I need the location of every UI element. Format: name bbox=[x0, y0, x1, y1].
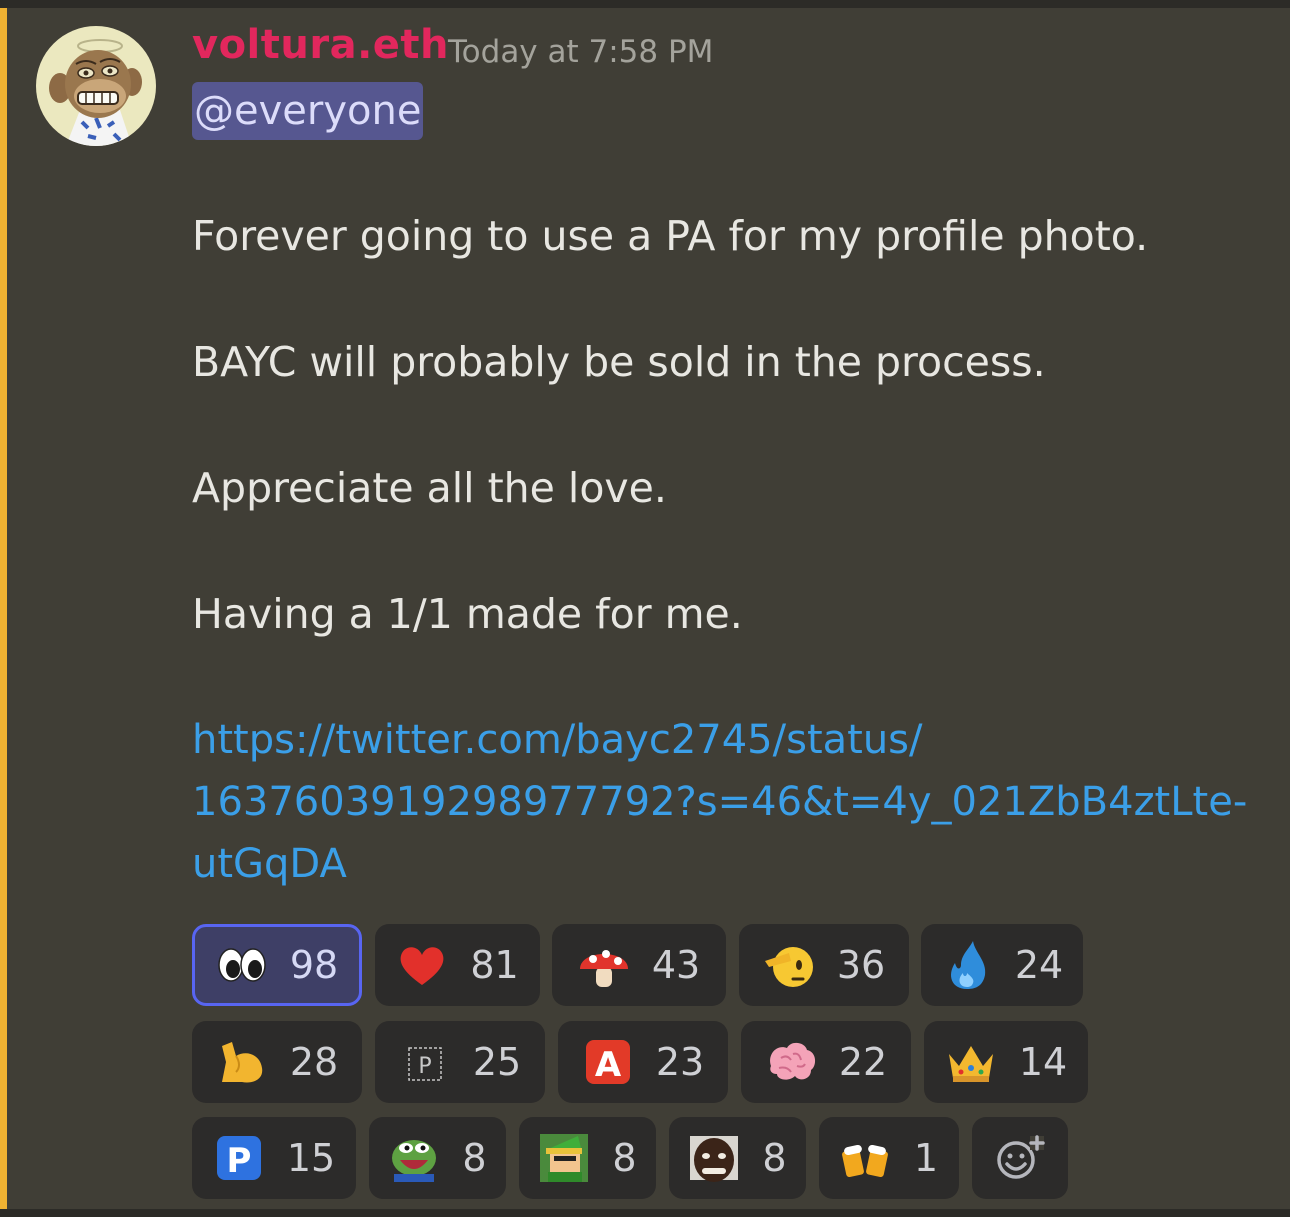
reaction-pepe[interactable]: 8 bbox=[369, 1117, 506, 1199]
add-reaction-icon bbox=[994, 1132, 1046, 1184]
message-line-2: BAYC will probably be sold in the proces… bbox=[192, 338, 1046, 386]
reaction-count: 8 bbox=[462, 1136, 487, 1180]
message-timestamp[interactable]: Today at 7:58 PM bbox=[448, 34, 713, 70]
reaction-count: 23 bbox=[655, 1040, 705, 1084]
reaction-count: 25 bbox=[472, 1040, 522, 1084]
p-button-emoji: P bbox=[213, 1132, 265, 1184]
message-line-4: Having a 1/1 made for me. bbox=[192, 590, 743, 638]
tweet-link-line-2[interactable]: 1637603919298977792?s=46&t=4y_021ZbB4ztL… bbox=[192, 779, 1247, 825]
reaction-blue-fire[interactable]: 24 bbox=[921, 924, 1083, 1006]
face-emoji bbox=[688, 1132, 740, 1184]
add-reaction-button[interactable] bbox=[972, 1117, 1068, 1199]
red-heart-emoji bbox=[396, 939, 448, 991]
crown-emoji bbox=[945, 1036, 997, 1088]
tweet-link-line-3[interactable]: utGqDA bbox=[192, 841, 347, 887]
reaction-count: 15 bbox=[286, 1136, 336, 1180]
reaction-count: 24 bbox=[1014, 943, 1064, 987]
reaction-count: 8 bbox=[612, 1136, 637, 1180]
saluting-face-emoji bbox=[763, 939, 815, 991]
reaction-count: 28 bbox=[289, 1040, 339, 1084]
reaction-p-letter[interactable]: P 25 bbox=[375, 1021, 545, 1103]
a-button-glyph: A bbox=[595, 1045, 622, 1085]
reaction-count: 81 bbox=[470, 943, 519, 987]
pepe-emoji bbox=[388, 1132, 440, 1184]
reaction-p-button[interactable]: P 15 bbox=[192, 1117, 356, 1199]
eyes-emoji bbox=[216, 939, 268, 991]
reaction-count: 14 bbox=[1018, 1040, 1068, 1084]
reaction-a-button[interactable]: A 23 bbox=[558, 1021, 728, 1103]
reaction-mushroom[interactable]: 43 bbox=[552, 924, 726, 1006]
a-button-emoji: A bbox=[582, 1036, 634, 1088]
tweet-link-line-1[interactable]: https://twitter.com/bayc2745/status/ bbox=[192, 717, 923, 763]
reaction-brain[interactable]: 22 bbox=[741, 1021, 911, 1103]
top-divider bbox=[0, 0, 1290, 8]
p-button-glyph: P bbox=[226, 1141, 251, 1181]
reaction-heart[interactable]: 81 bbox=[375, 924, 540, 1006]
reaction-count: 36 bbox=[836, 943, 886, 987]
p-letter-glyph: P bbox=[418, 1054, 431, 1079]
reaction-count: 22 bbox=[838, 1040, 888, 1084]
reaction-count: 98 bbox=[289, 943, 339, 987]
message-line-1: Forever going to use a PA for my profile… bbox=[192, 212, 1149, 260]
reaction-beer[interactable]: 1 bbox=[819, 1117, 959, 1199]
flexed-biceps-emoji bbox=[216, 1036, 268, 1088]
bottom-divider bbox=[0, 1209, 1290, 1217]
link-character-emoji bbox=[538, 1132, 590, 1184]
reaction-count: 1 bbox=[913, 1136, 939, 1180]
message-line-3: Appreciate all the love. bbox=[192, 464, 667, 512]
mention-highlight-bar bbox=[0, 8, 7, 1209]
reaction-link-character[interactable]: 8 bbox=[519, 1117, 656, 1199]
reaction-count: 43 bbox=[651, 943, 701, 987]
avatar[interactable] bbox=[36, 26, 156, 146]
author-name[interactable]: voltura.eth bbox=[192, 22, 449, 68]
reaction-face[interactable]: 8 bbox=[669, 1117, 806, 1199]
mushroom-emoji bbox=[578, 939, 630, 991]
reaction-crown[interactable]: 14 bbox=[924, 1021, 1088, 1103]
brain-emoji bbox=[765, 1036, 817, 1088]
everyone-mention[interactable]: @everyone bbox=[192, 82, 424, 140]
p-letter-emoji: P bbox=[399, 1036, 451, 1088]
beer-mugs-emoji bbox=[840, 1132, 892, 1184]
blue-fire-emoji bbox=[941, 939, 993, 991]
reaction-salute[interactable]: 36 bbox=[739, 924, 909, 1006]
reaction-biceps[interactable]: 28 bbox=[192, 1021, 362, 1103]
reaction-eyes[interactable]: 98 bbox=[192, 924, 362, 1006]
reaction-count: 8 bbox=[762, 1136, 787, 1180]
